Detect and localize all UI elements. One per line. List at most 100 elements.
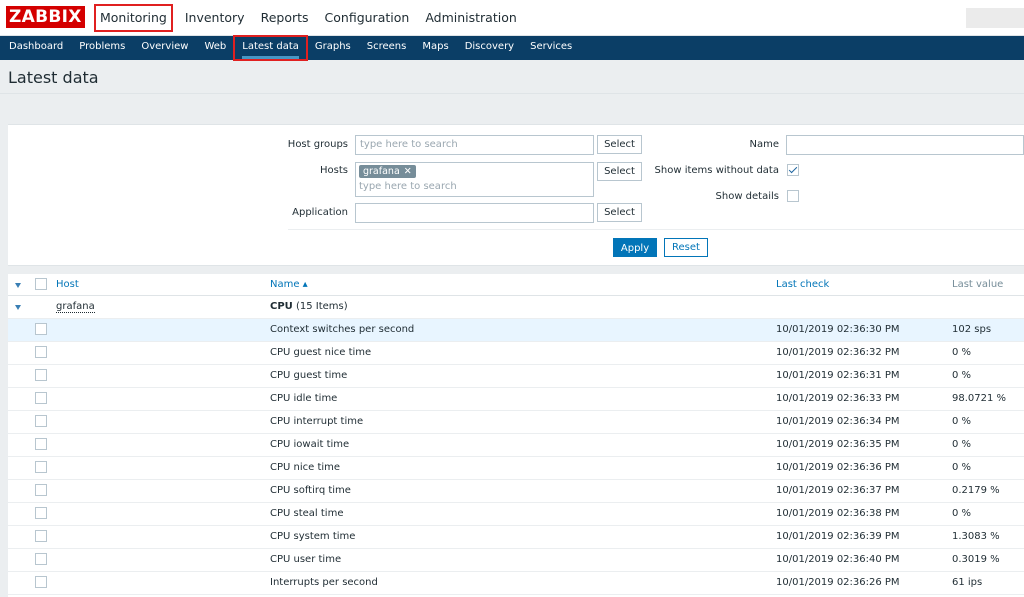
item-last-check: 10/01/2019 02:36:38 PM xyxy=(776,508,900,519)
item-name: CPU guest nice time xyxy=(270,347,372,358)
table-row: CPU user time 10/01/2019 02:36:40 PM 0.301… xyxy=(8,549,1024,572)
row-checkbox[interactable] xyxy=(35,507,47,519)
apply-button[interactable]: Apply xyxy=(613,238,657,257)
subnav-maps[interactable]: Maps xyxy=(414,36,456,60)
row-checkbox[interactable] xyxy=(35,461,47,473)
col-name[interactable]: Name ▴ xyxy=(270,279,308,290)
subnav-services[interactable]: Services xyxy=(522,36,580,60)
nav-administration[interactable]: Administration xyxy=(417,0,524,36)
item-last-value: 98.0721 % xyxy=(952,393,1007,404)
show-items-without-data-checkbox[interactable] xyxy=(787,164,799,176)
item-last-value: 61 ips xyxy=(952,577,983,588)
row-checkbox[interactable] xyxy=(35,415,47,427)
item-last-check: 10/01/2019 02:36:39 PM xyxy=(776,531,900,542)
subnav-overview[interactable]: Overview xyxy=(133,36,196,60)
show-items-without-data-label: Show items without data xyxy=(654,165,779,176)
nav-configuration[interactable]: Configuration xyxy=(317,0,418,36)
subnav-web[interactable]: Web xyxy=(196,36,234,60)
item-last-value: 0 % xyxy=(952,416,972,427)
filter-divider xyxy=(288,229,1024,230)
main-nav: Monitoring Inventory Reports Configurati… xyxy=(90,0,525,36)
item-name: Interrupts per second xyxy=(270,577,378,588)
global-search-input[interactable] xyxy=(966,8,1024,28)
row-checkbox[interactable] xyxy=(35,392,47,404)
host-groups-label: Host groups xyxy=(287,139,348,150)
item-name: CPU system time xyxy=(270,531,356,542)
item-last-value: 0 % xyxy=(952,439,972,450)
row-checkbox[interactable] xyxy=(35,369,47,381)
remove-tag-icon[interactable]: ✕ xyxy=(404,166,412,177)
item-last-value: 102 sps xyxy=(952,324,992,335)
item-name: CPU nice time xyxy=(270,462,341,473)
nav-monitoring[interactable]: Monitoring xyxy=(90,0,177,36)
col-host[interactable]: Host xyxy=(56,279,79,290)
item-last-check: 10/01/2019 02:36:36 PM xyxy=(776,462,900,473)
table-row: CPU system time 10/01/2019 02:36:39 PM 1.3… xyxy=(8,526,1024,549)
item-name: CPU softirq time xyxy=(270,485,351,496)
item-last-value: 0.2179 % xyxy=(952,485,1000,496)
item-name: CPU idle time xyxy=(270,393,338,404)
item-last-value: 0 % xyxy=(952,347,972,358)
name-input[interactable] xyxy=(786,135,1024,155)
table-row: CPU iowait time 10/01/2019 02:36:35 PM 0 % xyxy=(8,434,1024,457)
select-all-checkbox[interactable] xyxy=(35,278,47,290)
row-checkbox[interactable] xyxy=(35,576,47,588)
host-groups-select-button[interactable]: Select xyxy=(597,135,642,154)
table-row: Context switches per second 10/01/2019 02… xyxy=(8,319,1024,342)
row-checkbox[interactable] xyxy=(35,484,47,496)
row-checkbox[interactable] xyxy=(35,323,47,335)
row-checkbox[interactable] xyxy=(35,530,47,542)
show-details-checkbox[interactable] xyxy=(787,190,799,202)
name-label: Name xyxy=(749,139,779,150)
table-row: CPU interrupt time 10/01/2019 02:36:34 PM… xyxy=(8,411,1024,434)
item-last-check: 10/01/2019 02:36:35 PM xyxy=(776,439,900,450)
sub-nav: Dashboard Problems Overview Web Latest d… xyxy=(0,35,1024,61)
hosts-placeholder: type here to search xyxy=(359,181,457,192)
subnav-problems[interactable]: Problems xyxy=(71,36,133,60)
row-checkbox[interactable] xyxy=(35,553,47,565)
application-input[interactable] xyxy=(355,203,594,223)
reset-button[interactable]: Reset xyxy=(664,238,708,257)
application-label: Application xyxy=(292,207,348,218)
table-row: CPU guest time 10/01/2019 02:36:31 PM 0 % xyxy=(8,365,1024,388)
show-details-label: Show details xyxy=(715,191,779,202)
zabbix-logo[interactable]: ZABBIX xyxy=(6,6,85,28)
subnav-graphs[interactable]: Graphs xyxy=(307,36,359,60)
table-header: Host Name ▴ Last check Last value xyxy=(8,274,1024,296)
nav-reports[interactable]: Reports xyxy=(253,0,317,36)
item-last-value: 0.3019 % xyxy=(952,554,1000,565)
subnav-screens[interactable]: Screens xyxy=(359,36,415,60)
page-title: Latest data xyxy=(8,68,99,87)
title-divider xyxy=(0,93,1024,94)
col-last-value: Last value xyxy=(952,279,1004,290)
host-link[interactable]: grafana xyxy=(56,301,95,313)
row-checkbox[interactable] xyxy=(35,346,47,358)
table-row: CPU guest nice time 10/01/2019 02:36:32 P… xyxy=(8,342,1024,365)
host-groups-input[interactable]: type here to search xyxy=(355,135,594,155)
table-row: Interrupts per second 10/01/2019 02:36:26… xyxy=(8,572,1024,595)
table-row: CPU nice time 10/01/2019 02:36:36 PM 0 % xyxy=(8,457,1024,480)
item-last-check: 10/01/2019 02:36:33 PM xyxy=(776,393,900,404)
top-header: ZABBIX Monitoring Inventory Reports Conf… xyxy=(0,0,1024,36)
item-last-check: 10/01/2019 02:36:26 PM xyxy=(776,577,900,588)
host-tag-label: grafana xyxy=(363,166,400,177)
application-name: CPU xyxy=(270,301,293,312)
subnav-dashboard[interactable]: Dashboard xyxy=(1,36,71,60)
item-name: CPU iowait time xyxy=(270,439,350,450)
latest-data-table: Host Name ▴ Last check Last value grafan… xyxy=(8,274,1024,597)
expand-group-icon[interactable] xyxy=(15,305,21,310)
row-checkbox[interactable] xyxy=(35,438,47,450)
subnav-latest-data[interactable]: Latest data xyxy=(233,35,308,61)
application-title: CPU (15 Items) xyxy=(270,301,348,312)
hosts-input[interactable]: grafana ✕ type here to search xyxy=(355,162,594,197)
group-row: grafana CPU (15 Items) xyxy=(8,296,1024,319)
expand-all-icon[interactable] xyxy=(15,283,21,288)
col-last-check[interactable]: Last check xyxy=(776,279,829,290)
hosts-select-button[interactable]: Select xyxy=(597,162,642,181)
subnav-discovery[interactable]: Discovery xyxy=(457,36,522,60)
item-last-value: 0 % xyxy=(952,370,972,381)
application-select-button[interactable]: Select xyxy=(597,203,642,222)
item-name: CPU interrupt time xyxy=(270,416,364,427)
nav-inventory[interactable]: Inventory xyxy=(177,0,253,36)
item-name: CPU user time xyxy=(270,554,342,565)
